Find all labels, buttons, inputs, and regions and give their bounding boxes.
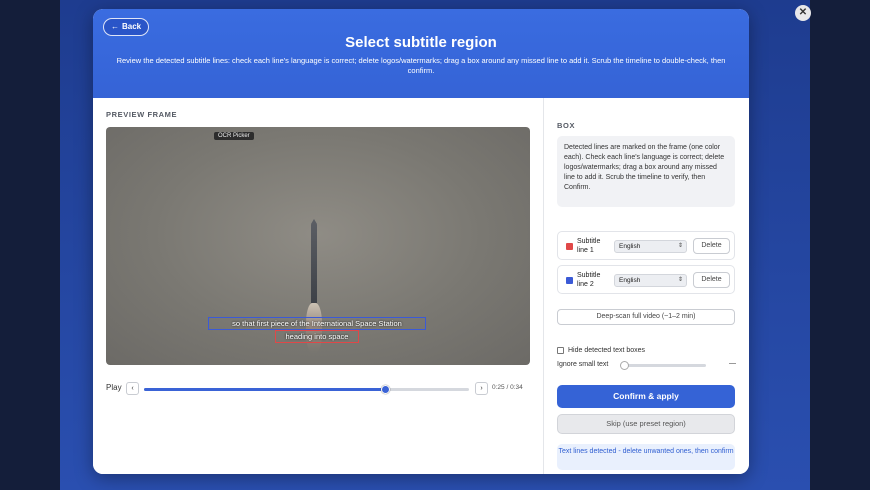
- line-2-language-select[interactable]: English ⇕: [614, 274, 687, 287]
- hide-boxes-checkbox[interactable]: [557, 347, 564, 354]
- timeline-thumb[interactable]: [380, 385, 390, 394]
- subtitle-text-line-1: so that first piece of the International…: [232, 319, 402, 328]
- prev-frame-button[interactable]: ‹: [126, 382, 139, 395]
- subtitle-line-card-1: Subtitle line 1 English ⇕ Delete: [557, 231, 735, 260]
- close-icon[interactable]: ✕: [795, 5, 811, 21]
- backdrop-left-edge: [0, 0, 60, 490]
- dialog-title: Select subtitle region: [345, 34, 497, 51]
- line-1-delete-button[interactable]: Delete: [693, 238, 730, 254]
- ocr-picker-tag: OCR Picker: [214, 132, 254, 140]
- ignore-small-value: —: [729, 360, 736, 367]
- time-readout: 0:25 / 0:34: [492, 384, 523, 391]
- dialog-subtitle: Review the detected subtitle lines: chec…: [116, 56, 726, 75]
- box-section-label: BOX: [557, 121, 576, 130]
- timeline-slider[interactable]: [144, 385, 469, 394]
- subtitle-text-line-2: heading into space: [285, 332, 349, 341]
- preview-pane: PREVIEW FRAME OCR Picker so that first p…: [93, 98, 544, 474]
- arrow-left-icon: ←: [111, 22, 119, 31]
- back-button-label: Back: [122, 22, 142, 31]
- ignore-small-slider[interactable]: [620, 361, 706, 370]
- preview-section-label: PREVIEW FRAME: [106, 110, 178, 119]
- deep-scan-button[interactable]: Deep-scan full video (~1–2 min): [557, 309, 735, 325]
- backdrop-right-edge: [810, 0, 870, 490]
- line-1-language-select[interactable]: English ⇕: [614, 240, 687, 253]
- line-1-color-swatch: [566, 243, 573, 250]
- hide-boxes-label: Hide detected text boxes: [568, 347, 646, 354]
- ignore-small-label: Ignore small text: [557, 361, 609, 368]
- ignore-small-thumb[interactable]: [620, 361, 629, 370]
- subtitle-box-line-1[interactable]: heading into space: [275, 330, 359, 343]
- preview-frame[interactable]: OCR Picker so that first piece of the In…: [106, 127, 530, 365]
- status-notice: Text lines detected - delete unwanted on…: [557, 444, 735, 470]
- line-1-name: Subtitle line 1: [577, 238, 601, 254]
- rocket-image: [311, 223, 317, 303]
- hide-boxes-toggle[interactable]: Hide detected text boxes: [557, 347, 645, 354]
- instructions-box: Detected lines are marked on the frame (…: [557, 136, 735, 207]
- chevron-updown-icon: ⇕: [677, 243, 683, 249]
- subtitle-region-dialog: ← Back Select subtitle region Review the…: [93, 9, 749, 474]
- box-pane: BOX Detected lines are marked on the fra…: [544, 98, 749, 474]
- line-1-language-value: English: [619, 243, 641, 250]
- next-frame-button[interactable]: ›: [475, 382, 488, 395]
- dialog-header: ← Back Select subtitle region Review the…: [93, 9, 749, 98]
- timeline-progress: [144, 388, 385, 391]
- play-button[interactable]: Play: [106, 383, 122, 392]
- chevron-updown-icon: ⇕: [677, 277, 683, 283]
- subtitle-box-line-2[interactable]: so that first piece of the International…: [208, 317, 426, 330]
- line-2-name: Subtitle line 2: [577, 272, 601, 288]
- line-2-color-swatch: [566, 277, 573, 284]
- line-2-delete-button[interactable]: Delete: [693, 272, 730, 288]
- line-2-language-value: English: [619, 277, 641, 284]
- confirm-apply-button[interactable]: Confirm & apply: [557, 385, 735, 408]
- timeline-controls: Play ‹ › 0:25 / 0:34: [106, 381, 530, 397]
- skip-button[interactable]: Skip (use preset region): [557, 414, 735, 434]
- subtitle-line-card-2: Subtitle line 2 English ⇕ Delete: [557, 265, 735, 294]
